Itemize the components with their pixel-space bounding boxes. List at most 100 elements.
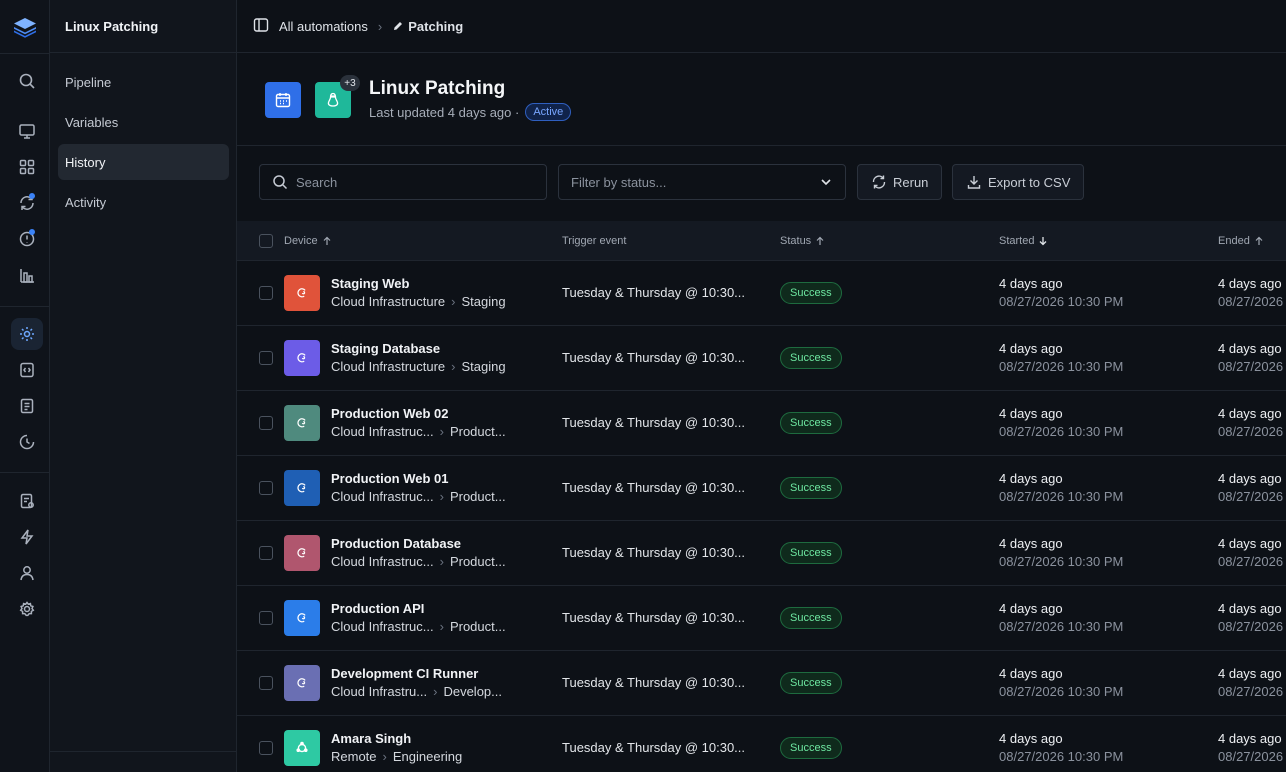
sort-down-icon	[1040, 237, 1047, 246]
search-icon[interactable]	[11, 65, 43, 97]
settings-icon[interactable]	[11, 593, 43, 625]
ended-relative: 4 days ago	[1218, 601, 1282, 616]
ended-timestamp: 08/27/2026	[1218, 749, 1284, 764]
nav-item-variables[interactable]: Variables	[58, 104, 229, 140]
ended-relative: 4 days ago	[1218, 536, 1282, 551]
breadcrumb-separator: ›	[377, 18, 383, 34]
sidebar-toggle-icon[interactable]	[253, 17, 269, 36]
device-path: Cloud Infrastructure › Staging	[331, 359, 506, 374]
device-name[interactable]: Staging Web	[331, 276, 409, 291]
main-content: All automations › Patching +3 Linux Patc…	[237, 0, 1286, 772]
started-relative: 4 days ago	[999, 666, 1063, 681]
document-icon[interactable]	[11, 390, 43, 422]
row-checkbox[interactable]	[259, 416, 273, 430]
status-badge: Success	[780, 347, 842, 369]
rerun-button[interactable]: Rerun	[857, 164, 943, 200]
started-timestamp: 08/27/2026 10:30 PM	[999, 619, 1124, 634]
chevron-right-icon: ›	[439, 619, 444, 634]
trigger-event: Tuesday & Thursday @ 10:30...	[562, 415, 746, 430]
nav-item-history[interactable]: History	[58, 144, 229, 180]
extra-count-badge: +3	[340, 75, 360, 91]
table-row[interactable]: Production Web 02 Cloud Infrastruc... › Pro…	[237, 391, 1286, 456]
device-name[interactable]: Development CI Runner	[331, 666, 478, 681]
table-body: Staging Web Cloud Infrastructure › Staging T…	[237, 261, 1286, 772]
sync-icon[interactable]	[11, 187, 43, 219]
row-checkbox[interactable]	[259, 676, 273, 690]
column-status[interactable]: Status	[780, 221, 825, 261]
page-subtitle: Last updated 4 days ago · Active	[369, 103, 572, 121]
device-name[interactable]: Production Database	[331, 536, 461, 551]
sort-up-icon	[323, 236, 331, 245]
history-icon[interactable]	[11, 426, 43, 458]
user-icon[interactable]	[11, 557, 43, 589]
grid-icon[interactable]	[11, 151, 43, 183]
row-checkbox[interactable]	[259, 351, 273, 365]
device-name[interactable]: Production Web 01	[331, 471, 449, 486]
search-input[interactable]	[296, 174, 516, 190]
script-icon[interactable]	[11, 354, 43, 386]
trigger-event: Tuesday & Thursday @ 10:30...	[562, 675, 746, 690]
nav-item-activity[interactable]: Activity	[58, 184, 229, 220]
status-badge: Active	[525, 103, 572, 121]
nav-item-pipeline[interactable]: Pipeline	[58, 64, 229, 100]
ended-relative: 4 days ago	[1218, 276, 1282, 291]
device-name[interactable]: Production Web 02	[331, 406, 449, 421]
row-checkbox[interactable]	[259, 286, 273, 300]
search-box[interactable]	[259, 164, 547, 200]
notification-dot	[29, 229, 35, 235]
select-all-checkbox[interactable]	[259, 221, 273, 261]
ended-relative: 4 days ago	[1218, 406, 1282, 421]
device-name[interactable]: Amara Singh	[331, 731, 411, 746]
row-checkbox[interactable]	[259, 741, 273, 755]
logo-icon[interactable]	[12, 14, 38, 40]
table-row[interactable]: Production API Cloud Infrastruc... › Produc…	[237, 586, 1286, 651]
column-ended[interactable]: Ended	[1218, 221, 1264, 261]
chevron-down-icon	[821, 179, 831, 186]
sort-up-icon	[1255, 236, 1263, 245]
status-badge: Success	[780, 672, 842, 694]
bolt-icon[interactable]	[11, 521, 43, 553]
column-device[interactable]: Device	[284, 221, 332, 261]
chevron-right-icon: ›	[382, 749, 387, 764]
table-row[interactable]: Staging Web Cloud Infrastructure › Staging T…	[237, 261, 1286, 326]
started-relative: 4 days ago	[999, 341, 1063, 356]
automation-icon[interactable]	[11, 318, 43, 350]
table-row[interactable]: Production Database Cloud Infrastruc... › P…	[237, 521, 1286, 586]
alert-icon[interactable]	[11, 223, 43, 255]
table-row[interactable]: Development CI Runner Cloud Infrastru... ›…	[237, 651, 1286, 716]
breadcrumb-parent[interactable]: All automations	[279, 19, 368, 34]
breadcrumb: All automations › Patching	[237, 0, 1286, 53]
device-name[interactable]: Staging Database	[331, 341, 440, 356]
table-row[interactable]: Production Web 01 Cloud Infrastruc... › Pro…	[237, 456, 1286, 521]
column-started[interactable]: Started	[999, 221, 1048, 261]
pencil-icon	[394, 22, 403, 30]
trigger-event: Tuesday & Thursday @ 10:30...	[562, 350, 746, 365]
icon-rail	[0, 0, 50, 772]
row-checkbox[interactable]	[259, 611, 273, 625]
monitor-icon[interactable]	[11, 115, 43, 147]
page-title: Linux Patching	[369, 78, 506, 99]
started-relative: 4 days ago	[999, 276, 1063, 291]
status-filter-select[interactable]: Filter by status...	[558, 164, 846, 200]
started-relative: 4 days ago	[999, 536, 1063, 551]
device-path: Cloud Infrastruc... › Product...	[331, 554, 506, 569]
started-timestamp: 08/27/2026 10:30 PM	[999, 489, 1124, 504]
row-checkbox[interactable]	[259, 546, 273, 560]
export-csv-button[interactable]: Export to CSV	[952, 164, 1085, 200]
chevron-right-icon: ›	[433, 684, 438, 699]
started-relative: 4 days ago	[999, 406, 1063, 421]
ended-timestamp: 08/27/2026	[1218, 294, 1284, 309]
debian-icon	[284, 665, 320, 701]
secondary-nav: Linux Patching Pipeline Variables Histor…	[50, 0, 237, 772]
row-checkbox[interactable]	[259, 481, 273, 495]
chevron-right-icon: ›	[439, 489, 444, 504]
report-icon[interactable]	[11, 485, 43, 517]
status-badge: Success	[780, 282, 842, 304]
device-name[interactable]: Production API	[331, 601, 424, 616]
table-row[interactable]: Amara Singh Remote › Engineering Tuesday & T…	[237, 716, 1286, 772]
ended-relative: 4 days ago	[1218, 666, 1282, 681]
chart-icon[interactable]	[11, 259, 43, 291]
table-header: Device Trigger event Status Started Ende…	[237, 221, 1286, 261]
table-row[interactable]: Staging Database Cloud Infrastructure › Sta…	[237, 326, 1286, 391]
started-timestamp: 08/27/2026 10:30 PM	[999, 554, 1124, 569]
